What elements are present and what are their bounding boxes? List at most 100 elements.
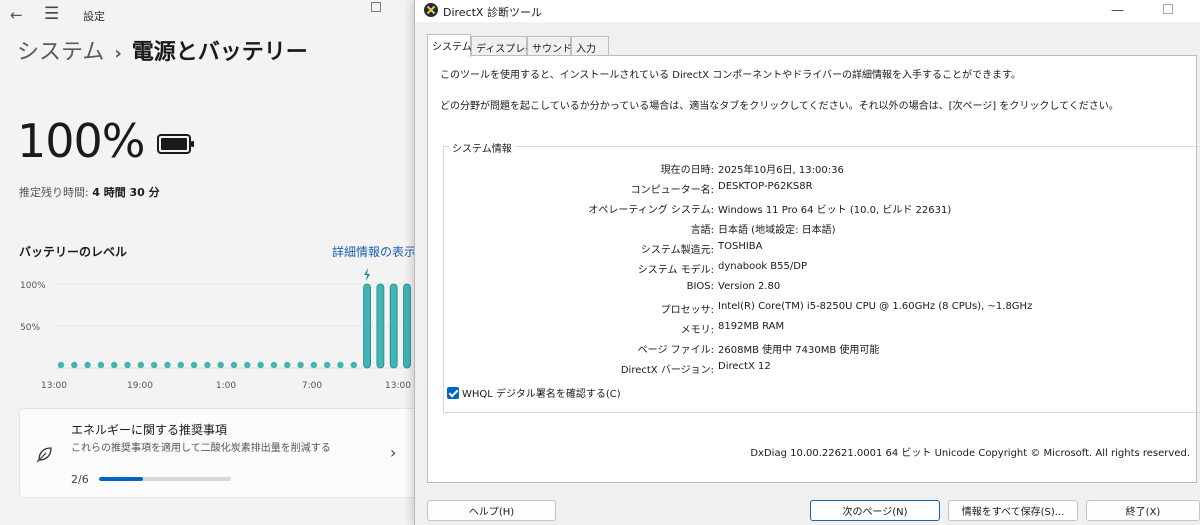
info-row-bios: BIOS: Version 2.80 xyxy=(444,281,1200,297)
maximize-icon[interactable] xyxy=(371,2,381,12)
info-key: オペレーティング システム: xyxy=(588,205,714,216)
chevron-right-icon[interactable]: › xyxy=(390,443,396,462)
system-tab-panel: このツールを使用すると、インストールされている DirectX コンポーネントや… xyxy=(427,55,1200,483)
info-row-directx-version: DirectX バージョン: DirectX 12 xyxy=(444,361,1200,377)
settings-window: ← ☰ 設定 システム › 電源とバッテリー 100% 推定残り時間: 4 時間 3… xyxy=(0,0,420,525)
info-value: 2608MB 使用中 7430MB 使用可能 xyxy=(718,345,880,356)
intro-text-2: どの分野が問題を起こしているか分かっている場合は、適当なタブをクリックしてくださ… xyxy=(440,101,1119,112)
chart-y-tick-label: 50% xyxy=(20,323,40,333)
dxdiag-version-footer: DxDiag 10.00.22621.0001 64 ビット Unicode C… xyxy=(750,448,1190,459)
info-key: 現在の日時: xyxy=(660,165,714,176)
chart-x-tick-label: 7:00 xyxy=(302,381,322,391)
info-key: DirectX バージョン: xyxy=(620,365,714,376)
tab-sound[interactable]: サウンド xyxy=(527,36,572,56)
chart-empty-point xyxy=(323,361,331,369)
info-value: DESKTOP-P62KS8R xyxy=(718,181,813,192)
chart-empty-point xyxy=(164,361,171,369)
info-value: DirectX 12 xyxy=(718,361,771,372)
remaining-time-label: 推定残り時間: xyxy=(19,186,89,199)
leaf-icon xyxy=(36,447,52,463)
exit-button[interactable]: 終了(X) xyxy=(1086,500,1200,521)
tab-system[interactable]: システム xyxy=(427,34,472,57)
battery-level-chart: 100% 50% 13:00 19:00 1:00 7:00 13:00 xyxy=(20,268,411,391)
info-row-page-file: ページ ファイル: 2608MB 使用中 7430MB 使用可能 xyxy=(444,341,1200,357)
chart-bar xyxy=(376,283,385,369)
info-row-computer-name: コンピューター名: DESKTOP-P62KS8R xyxy=(444,181,1200,197)
chart-empty-point xyxy=(97,361,105,369)
breadcrumb-separator: › xyxy=(114,43,122,64)
details-link[interactable]: 詳細情報の表示 xyxy=(332,243,416,260)
info-row-processor: プロセッサ: Intel(R) Core(TM) i5-8250U CPU @ 1… xyxy=(444,301,1200,317)
directx-logo-icon xyxy=(424,3,438,17)
whql-checkbox[interactable]: WHQL デジタル署名を確認する(C) xyxy=(447,385,621,400)
chart-empty-point xyxy=(337,361,344,369)
chart-empty-point xyxy=(111,361,118,369)
minimize-icon[interactable]: — xyxy=(1111,3,1124,18)
whql-label: WHQL デジタル署名を確認する(C) xyxy=(462,389,621,400)
breadcrumb-system[interactable]: システム xyxy=(17,40,104,65)
chart-empty-point xyxy=(244,361,251,369)
system-info-group: システム情報 現在の日時: 2025年10月6日, 13:00:36 コンピュータ… xyxy=(443,140,1200,413)
chart-bar xyxy=(389,283,398,369)
info-value: 2025年10月6日, 13:00:36 xyxy=(718,165,844,176)
chart-x-tick-label: 13:00 xyxy=(41,381,67,391)
system-info-label: システム情報 xyxy=(449,140,515,155)
breadcrumb: システム › 電源とバッテリー xyxy=(17,34,308,66)
info-row-os: オペレーティング システム: Windows 11 Pro 64 ビット (10.… xyxy=(444,201,1200,217)
chart-empty-point xyxy=(57,361,65,369)
info-value: Intel(R) Core(TM) i5-8250U CPU @ 1.60GHz… xyxy=(718,301,1033,312)
tab-input[interactable]: 入力 xyxy=(571,36,609,56)
info-value: TOSHIBA xyxy=(718,241,763,252)
chart-empty-point xyxy=(204,361,211,369)
window-title: DirectX 診断ツール xyxy=(443,6,542,19)
dxdiag-titlebar: DirectX 診断ツール — xyxy=(415,0,1200,22)
chart-empty-point xyxy=(217,361,224,369)
save-all-info-button[interactable]: 情報をすべて保存(S)... xyxy=(948,500,1078,521)
info-key: BIOS: xyxy=(686,281,714,292)
charging-bolt-icon xyxy=(364,268,371,281)
settings-app-title: 設定 xyxy=(83,10,105,23)
maximize-icon[interactable] xyxy=(1163,4,1173,14)
info-key: システム製造元: xyxy=(640,245,714,256)
chart-empty-point xyxy=(71,361,78,369)
tab-display[interactable]: ディスプレイ xyxy=(471,36,535,56)
chart-empty-point xyxy=(190,361,198,369)
info-key: コンピューター名: xyxy=(630,185,714,196)
chart-empty-point xyxy=(310,361,318,369)
info-row-datetime: 現在の日時: 2025年10月6日, 13:00:36 xyxy=(444,161,1200,177)
chart-empty-point xyxy=(284,361,291,369)
back-arrow-icon[interactable]: ← xyxy=(10,6,23,24)
info-value: Version 2.80 xyxy=(718,281,781,292)
info-value: dynabook B55/DP xyxy=(718,261,807,272)
info-key: 言語: xyxy=(690,225,714,236)
info-row-language: 言語: 日本語 (地域設定: 日本語) xyxy=(444,221,1200,237)
chart-empty-point xyxy=(84,361,91,369)
settings-titlebar: ← ☰ 設定 xyxy=(0,0,420,30)
battery-percentage: 100% xyxy=(17,114,146,168)
chart-bar xyxy=(363,283,371,369)
help-button[interactable]: ヘルプ(H) xyxy=(427,500,556,521)
next-page-button[interactable]: 次のページ(N) xyxy=(810,500,940,521)
chart-empty-point xyxy=(257,361,264,369)
chart-empty-point xyxy=(270,361,278,369)
chart-empty-point xyxy=(137,361,145,369)
dxdiag-window: DirectX 診断ツール — システム ディスプレイ サウンド 入力 このツー… xyxy=(414,0,1200,525)
chart-empty-point xyxy=(124,361,131,369)
recommendation-subtitle: これらの推奨事項を適用して二酸化炭素排出量を削減する xyxy=(71,443,331,454)
info-value: 日本語 (地域設定: 日本語) xyxy=(718,225,836,236)
hamburger-menu-icon[interactable]: ☰ xyxy=(44,4,59,24)
recommendation-progress-bar xyxy=(99,477,231,481)
chart-empty-point xyxy=(177,361,184,369)
info-key: ページ ファイル: xyxy=(637,345,714,356)
info-value: 8192MB RAM xyxy=(718,321,785,332)
info-row-memory: メモリ: 8192MB RAM xyxy=(444,321,1200,337)
remaining-time-value: 4 時間 30 分 xyxy=(92,186,160,199)
chart-x-tick-label: 1:00 xyxy=(216,381,236,391)
checkbox-checked-icon[interactable] xyxy=(447,387,459,399)
energy-recommendation-card[interactable]: エネルギーに関する推奨事項 これらの推奨事項を適用して二酸化炭素排出量を削減する… xyxy=(19,408,419,498)
chart-empty-point xyxy=(297,361,304,369)
chart-y-tick-label: 100% xyxy=(20,281,46,291)
chart-x-tick-label: 13:00 xyxy=(385,381,411,391)
info-key: システム モデル: xyxy=(637,265,714,276)
page-title: 電源とバッテリー xyxy=(131,40,308,65)
